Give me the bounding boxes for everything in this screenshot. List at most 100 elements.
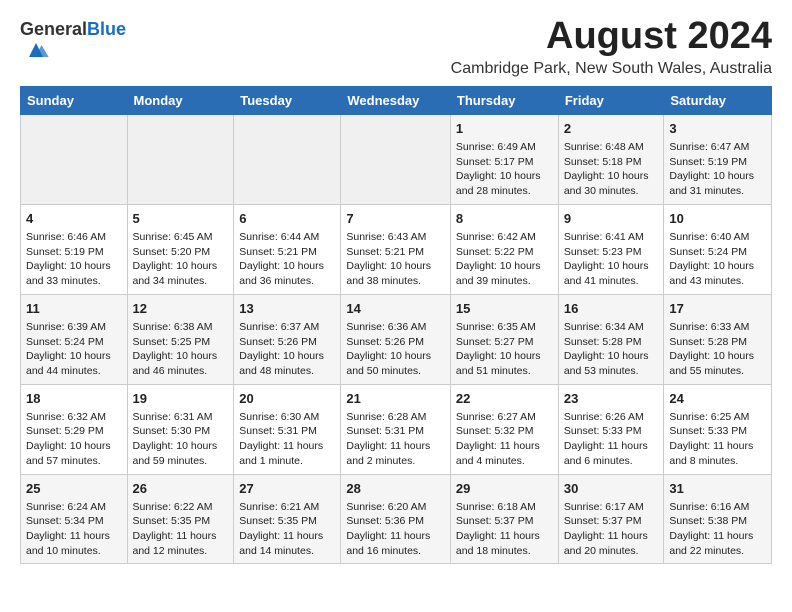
day-info: Sunrise: 6:21 AMSunset: 5:35 PMDaylight:… [239,501,323,557]
day-number: 5 [133,210,229,228]
calendar-cell: 6 Sunrise: 6:44 AMSunset: 5:21 PMDaylight… [234,204,341,294]
day-info: Sunrise: 6:26 AMSunset: 5:33 PMDaylight:… [564,411,648,467]
header-cell-wednesday: Wednesday [341,86,451,114]
day-info: Sunrise: 6:49 AMSunset: 5:17 PMDaylight:… [456,141,541,197]
calendar-cell: 27 Sunrise: 6:21 AMSunset: 5:35 PMDayligh… [234,474,341,564]
calendar-cell: 24 Sunrise: 6:25 AMSunset: 5:33 PMDayligh… [664,384,772,474]
day-number: 16 [564,300,659,318]
day-info: Sunrise: 6:40 AMSunset: 5:24 PMDaylight:… [669,231,754,287]
day-info: Sunrise: 6:36 AMSunset: 5:26 PMDaylight:… [346,321,431,377]
calendar-cell: 31Sunrise: 6:16 AMSunset: 5:38 PMDayligh… [664,474,772,564]
logo: GeneralBlue [20,20,126,69]
day-number: 11 [26,300,122,318]
calendar-cell: 12Sunrise: 6:38 AMSunset: 5:25 PMDayligh… [127,294,234,384]
calendar-cell [341,114,451,204]
header-cell-saturday: Saturday [664,86,772,114]
calendar-header: SundayMondayTuesdayWednesdayThursdayFrid… [21,86,772,114]
day-number: 25 [26,480,122,498]
calendar-cell: 29 Sunrise: 6:18 AMSunset: 5:37 PMDayligh… [450,474,558,564]
day-info: Sunrise: 6:20 AMSunset: 5:36 PMDaylight:… [346,501,430,557]
week-row-1: 1 Sunrise: 6:49 AMSunset: 5:17 PMDaylight… [21,114,772,204]
calendar-cell: 26 Sunrise: 6:22 AMSunset: 5:35 PMDayligh… [127,474,234,564]
calendar-cell: 20Sunrise: 6:30 AMSunset: 5:31 PMDayligh… [234,384,341,474]
calendar-cell: 15Sunrise: 6:35 AMSunset: 5:27 PMDayligh… [450,294,558,384]
main-title: August 2024 [451,16,772,58]
calendar-cell: 9Sunrise: 6:41 AMSunset: 5:23 PMDaylight… [558,204,664,294]
calendar-cell: 7 Sunrise: 6:43 AMSunset: 5:21 PMDaylight… [341,204,451,294]
calendar-cell: 23 Sunrise: 6:26 AMSunset: 5:33 PMDayligh… [558,384,664,474]
day-number: 15 [456,300,553,318]
day-info: Sunrise: 6:27 AMSunset: 5:32 PMDaylight:… [456,411,540,467]
day-number: 6 [239,210,335,228]
header-cell-thursday: Thursday [450,86,558,114]
day-info: Sunrise: 6:45 AMSunset: 5:20 PMDaylight:… [133,231,218,287]
calendar-cell: 5 Sunrise: 6:45 AMSunset: 5:20 PMDaylight… [127,204,234,294]
logo-blue-text: Blue [87,19,126,39]
day-number: 28 [346,480,445,498]
day-number: 21 [346,390,445,408]
day-info: Sunrise: 6:18 AMSunset: 5:37 PMDaylight:… [456,501,540,557]
day-number: 1 [456,120,553,138]
calendar-cell: 18 Sunrise: 6:32 AMSunset: 5:29 PMDayligh… [21,384,128,474]
week-row-3: 11 Sunrise: 6:39 AMSunset: 5:24 PMDayligh… [21,294,772,384]
day-number: 31 [669,480,766,498]
day-number: 2 [564,120,659,138]
day-number: 19 [133,390,229,408]
day-number: 7 [346,210,445,228]
calendar-body: 1 Sunrise: 6:49 AMSunset: 5:17 PMDaylight… [21,114,772,564]
day-number: 24 [669,390,766,408]
day-info: Sunrise: 6:33 AMSunset: 5:28 PMDaylight:… [669,321,754,377]
day-info: Sunrise: 6:25 AMSunset: 5:33 PMDaylight:… [669,411,753,467]
day-number: 30 [564,480,659,498]
header: GeneralBlue August 2024 Cambridge Park, … [20,16,772,78]
logo-icon [22,36,50,64]
day-number: 29 [456,480,553,498]
day-number: 27 [239,480,335,498]
header-cell-monday: Monday [127,86,234,114]
calendar-cell: 3Sunrise: 6:47 AMSunset: 5:19 PMDaylight… [664,114,772,204]
day-info: Sunrise: 6:43 AMSunset: 5:21 PMDaylight:… [346,231,431,287]
calendar-cell [21,114,128,204]
day-number: 3 [669,120,766,138]
header-cell-tuesday: Tuesday [234,86,341,114]
calendar-cell [127,114,234,204]
calendar-cell: 2 Sunrise: 6:48 AMSunset: 5:18 PMDaylight… [558,114,664,204]
day-info: Sunrise: 6:22 AMSunset: 5:35 PMDaylight:… [133,501,217,557]
title-block: August 2024 Cambridge Park, New South Wa… [451,16,772,78]
day-info: Sunrise: 6:48 AMSunset: 5:18 PMDaylight:… [564,141,649,197]
day-number: 10 [669,210,766,228]
day-number: 13 [239,300,335,318]
day-info: Sunrise: 6:24 AMSunset: 5:34 PMDaylight:… [26,501,110,557]
calendar-cell: 1 Sunrise: 6:49 AMSunset: 5:17 PMDaylight… [450,114,558,204]
day-number: 12 [133,300,229,318]
day-number: 8 [456,210,553,228]
calendar-cell: 21 Sunrise: 6:28 AMSunset: 5:31 PMDayligh… [341,384,451,474]
day-info: Sunrise: 6:42 AMSunset: 5:22 PMDaylight:… [456,231,541,287]
calendar-cell [234,114,341,204]
day-number: 4 [26,210,122,228]
calendar-cell: 28 Sunrise: 6:20 AMSunset: 5:36 PMDayligh… [341,474,451,564]
header-cell-friday: Friday [558,86,664,114]
calendar-cell: 30 Sunrise: 6:17 AMSunset: 5:37 PMDayligh… [558,474,664,564]
calendar-cell: 14 Sunrise: 6:36 AMSunset: 5:26 PMDayligh… [341,294,451,384]
calendar-cell: 16Sunrise: 6:34 AMSunset: 5:28 PMDayligh… [558,294,664,384]
calendar-cell: 4 Sunrise: 6:46 AMSunset: 5:19 PMDaylight… [21,204,128,294]
day-info: Sunrise: 6:17 AMSunset: 5:37 PMDaylight:… [564,501,648,557]
calendar-cell: 25 Sunrise: 6:24 AMSunset: 5:34 PMDayligh… [21,474,128,564]
calendar-cell: 13Sunrise: 6:37 AMSunset: 5:26 PMDayligh… [234,294,341,384]
day-number: 18 [26,390,122,408]
day-info: Sunrise: 6:32 AMSunset: 5:29 PMDaylight:… [26,411,111,467]
calendar-table: SundayMondayTuesdayWednesdayThursdayFrid… [20,86,772,565]
day-info: Sunrise: 6:39 AMSunset: 5:24 PMDaylight:… [26,321,111,377]
day-number: 23 [564,390,659,408]
day-number: 26 [133,480,229,498]
calendar-cell: 8 Sunrise: 6:42 AMSunset: 5:22 PMDaylight… [450,204,558,294]
week-row-5: 25 Sunrise: 6:24 AMSunset: 5:34 PMDayligh… [21,474,772,564]
header-row: SundayMondayTuesdayWednesdayThursdayFrid… [21,86,772,114]
day-info: Sunrise: 6:44 AMSunset: 5:21 PMDaylight:… [239,231,324,287]
day-number: 14 [346,300,445,318]
day-info: Sunrise: 6:28 AMSunset: 5:31 PMDaylight:… [346,411,430,467]
calendar-cell: 19Sunrise: 6:31 AMSunset: 5:30 PMDayligh… [127,384,234,474]
day-info: Sunrise: 6:41 AMSunset: 5:23 PMDaylight:… [564,231,649,287]
day-info: Sunrise: 6:46 AMSunset: 5:19 PMDaylight:… [26,231,111,287]
